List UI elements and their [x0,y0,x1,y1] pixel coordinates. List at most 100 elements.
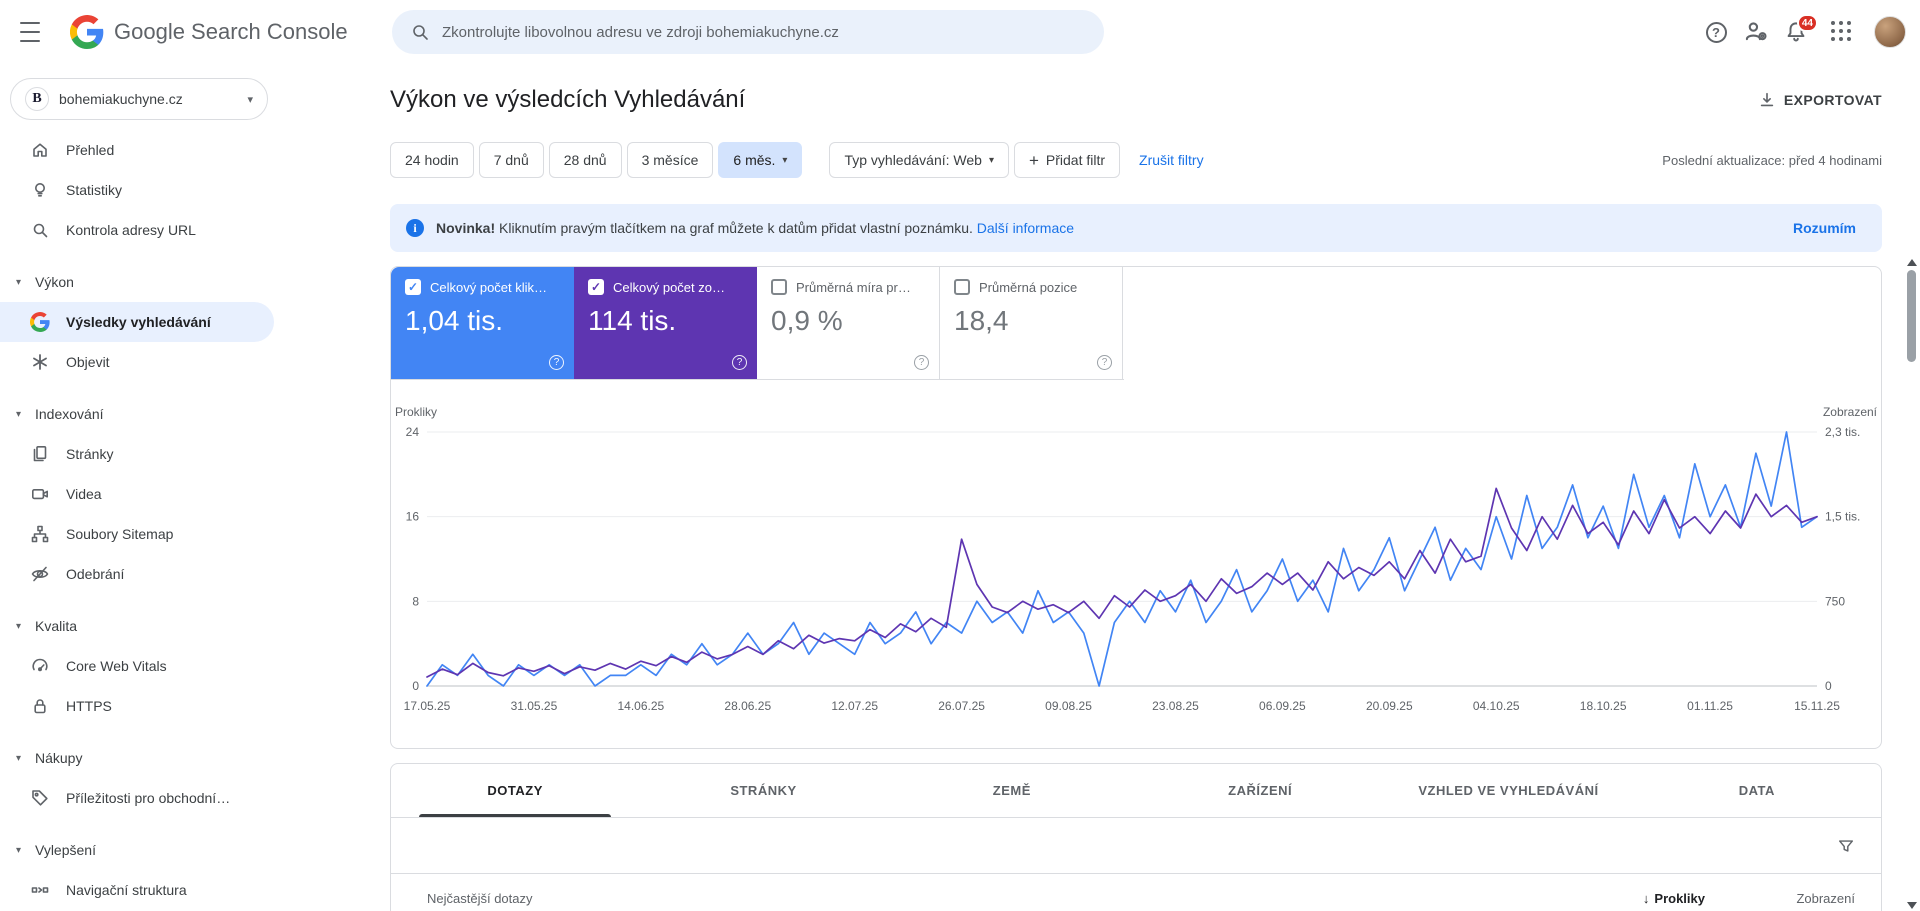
sidebar-item-url-inspection[interactable]: Kontrola adresy URL [0,210,274,250]
video-icon [30,484,50,504]
chip-28d[interactable]: 28 dnů [549,142,622,178]
app-logo[interactable]: Google Search Console [70,15,348,49]
sidebar-item-sitemaps[interactable]: Soubory Sitemap [0,514,274,554]
svg-text:20.09.25: 20.09.25 [1366,699,1413,713]
account-settings-button[interactable] [1736,12,1776,52]
scroll-down-arrow[interactable] [1906,899,1918,911]
url-inspection-icon [30,220,50,240]
export-label: EXPORTOVAT [1784,92,1882,108]
chip-label: Typ vyhledávání: Web [844,152,981,168]
chip-7d[interactable]: 7 dnů [479,142,544,178]
column-header-impressions[interactable]: Zobrazení [1705,891,1855,906]
property-favicon: B [25,87,49,111]
sidebar-item-core-web-vitals[interactable]: Core Web Vitals [0,646,274,686]
help-icon[interactable] [732,355,747,370]
last-update-text: Poslední aktualizace: před 4 hodinami [1662,153,1882,168]
svg-text:2,3 tis.: 2,3 tis. [1825,425,1860,439]
sidebar: B bohemiakuchyne.cz Přehled Statistiky K… [0,64,280,911]
svg-text:0: 0 [412,679,419,693]
sidebar-item-discover[interactable]: Objevit [0,342,274,382]
apps-button[interactable] [1816,12,1856,52]
sidebar-section-label: Indexování [35,406,104,422]
sidebar-item-search-results[interactable]: Výsledky vyhledávání [0,302,274,342]
discover-icon [30,352,50,372]
sidebar-item-https[interactable]: HTTPS [0,686,274,726]
chip-search-type[interactable]: Typ vyhledávání: Web [829,142,1009,178]
scrollbar-thumb[interactable] [1907,270,1916,362]
sidebar-item-label: Navigační struktura [66,882,187,898]
search-input[interactable] [442,24,1086,41]
export-button[interactable]: EXPORTOVAT [1758,91,1882,109]
sidebar-item-removals[interactable]: Odebrání [0,554,274,594]
sidebar-item-label: Příležitosti pro obchodní… [66,790,230,806]
gauge-icon [30,656,50,676]
sidebar-section-performance[interactable]: Výkon [0,262,280,302]
svg-text:8: 8 [412,594,419,608]
table-filter-icon[interactable] [1837,837,1855,855]
svg-text:04.10.25: 04.10.25 [1473,699,1520,713]
metric-tile-position[interactable]: Průměrná pozice 18,4 [940,267,1123,379]
sidebar-item-breadcrumbs[interactable]: Navigační struktura [0,870,274,910]
column-header-clicks[interactable]: Prokliky [1643,891,1705,906]
chevron-down-icon [16,409,26,420]
tab-label: ZEMĚ [993,783,1031,798]
sidebar-item-videos[interactable]: Videa [0,474,274,514]
chip-label: 6 měs. [733,152,775,168]
checkbox-unchecked-icon[interactable] [771,279,787,295]
avatar[interactable] [1874,16,1906,48]
learn-more-link[interactable]: Další informace [977,220,1074,236]
sidebar-item-pages[interactable]: Stránky [0,434,274,474]
top-search-bar[interactable] [392,10,1104,54]
tab-dates[interactable]: DATA [1633,764,1881,817]
checkbox-unchecked-icon[interactable] [954,279,970,295]
sidebar-item-label: Core Web Vitals [66,658,167,674]
metric-tile-ctr[interactable]: Průměrná míra pr… 0,9 % [757,267,940,379]
tab-pages[interactable]: STRÁNKY [639,764,887,817]
tab-queries[interactable]: DOTAZY [391,764,639,817]
sidebar-section-indexing[interactable]: Indexování [0,394,280,434]
dismiss-banner-button[interactable]: Rozumím [1783,212,1866,244]
reset-filters-link[interactable]: Zrušit filtry [1139,152,1204,168]
tab-label: VZHLED VE VYHLEDÁVÁNÍ [1418,783,1598,798]
checkbox-checked-icon[interactable] [405,279,421,295]
column-header-queries[interactable]: Nejčastější dotazy [427,891,1643,906]
sidebar-section-experience[interactable]: Kvalita [0,606,280,646]
google-g-icon [70,15,104,49]
chevron-down-icon [16,621,26,632]
chip-3m[interactable]: 3 měsíce [627,142,714,178]
checkbox-checked-icon[interactable] [588,279,604,295]
tab-devices[interactable]: ZAŘÍZENÍ [1136,764,1384,817]
help-button[interactable] [1696,12,1736,52]
sidebar-item-label: Odebrání [66,566,124,582]
chevron-down-icon [989,155,994,166]
sidebar-item-overview[interactable]: Přehled [0,130,274,170]
tab-label: STRÁNKY [730,783,796,798]
vertical-scrollbar[interactable] [1906,256,1918,911]
chip-24h[interactable]: 24 hodin [390,142,474,178]
help-icon[interactable] [1097,355,1112,370]
scroll-up-arrow[interactable] [1906,256,1918,268]
sidebar-item-insights[interactable]: Statistiky [0,170,274,210]
metric-tile-clicks[interactable]: Celkový počet klik… 1,04 tis. [391,267,574,379]
sidebar-section-enhancements[interactable]: Vylepšení [0,830,280,870]
notifications-button[interactable]: 44 [1776,12,1816,52]
tab-search-appearance[interactable]: VZHLED VE VYHLEDÁVÁNÍ [1384,764,1632,817]
tab-countries[interactable]: ZEMĚ [888,764,1136,817]
sidebar-item-label: Přehled [66,142,114,158]
menu-icon[interactable] [20,22,48,42]
add-filter-button[interactable]: Přidat filtr [1014,142,1120,178]
insights-icon [30,180,50,200]
chip-6m-selected[interactable]: 6 měs. [718,142,802,178]
queries-card: DOTAZY STRÁNKY ZEMĚ ZAŘÍZENÍ VZHLED VE V… [390,763,1882,911]
performance-chart[interactable]: 242,3 tis.161,5 tis.875000ProklikyZobraz… [391,386,1881,738]
help-icon[interactable] [549,355,564,370]
metric-tile-impressions[interactable]: Celkový počet zo… 114 tis. [574,267,757,379]
sidebar-item-merchant-opportunities[interactable]: Příležitosti pro obchodní… [0,778,274,818]
property-selector[interactable]: B bohemiakuchyne.cz [10,78,268,120]
help-icon[interactable] [914,355,929,370]
help-icon [1706,22,1727,43]
svg-text:28.06.25: 28.06.25 [724,699,771,713]
app-header: Google Search Console 44 [0,0,1920,64]
sidebar-section-shopping[interactable]: Nákupy [0,738,280,778]
svg-text:Prokliky: Prokliky [395,405,437,419]
